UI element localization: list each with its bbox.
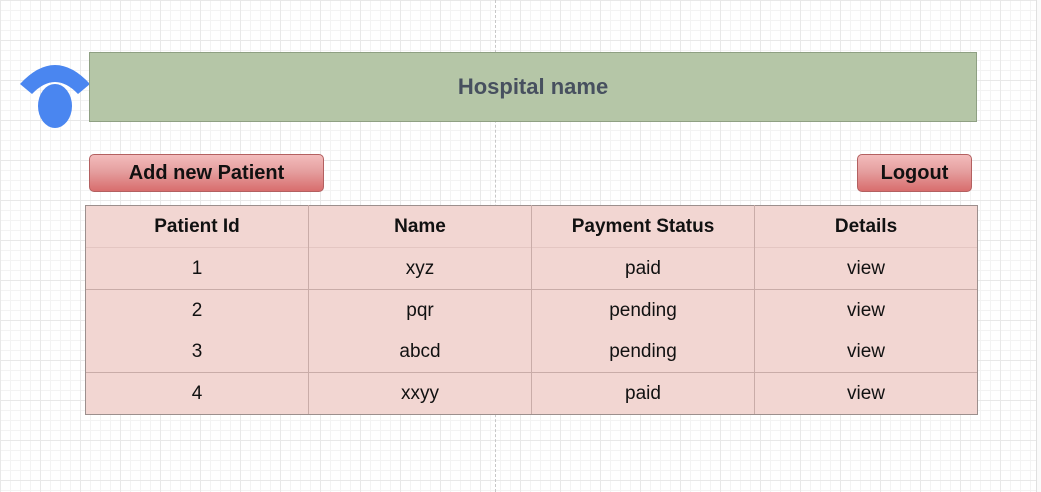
view-details-link[interactable]: view bbox=[754, 331, 978, 373]
patient-id-cell: 4 bbox=[85, 372, 309, 415]
payment-status-cell: paid bbox=[531, 247, 755, 290]
patient-id-cell: 1 bbox=[85, 247, 309, 290]
table-row: 1 xyz paid view bbox=[85, 247, 978, 290]
patient-name-cell: abcd bbox=[308, 331, 532, 373]
logout-button-label: Logout bbox=[880, 161, 949, 184]
view-details-link[interactable]: view bbox=[754, 372, 978, 415]
patient-name-cell: pqr bbox=[308, 289, 532, 331]
patients-table: Patient Id Name Payment Status Details 1… bbox=[85, 205, 978, 415]
patient-name-cell: xxyy bbox=[308, 372, 532, 415]
payment-status-cell: paid bbox=[531, 372, 755, 415]
table-row: 4 xxyy paid view bbox=[85, 372, 978, 415]
column-header-patient-id: Patient Id bbox=[85, 205, 309, 248]
page-title: Hospital name bbox=[457, 74, 609, 99]
add-patient-button[interactable]: Add new Patient bbox=[89, 154, 324, 192]
patient-id-cell: 2 bbox=[85, 289, 309, 331]
patient-name-cell: xyz bbox=[308, 247, 532, 290]
page-header: Hospital name bbox=[89, 52, 977, 122]
payment-status-cell: pending bbox=[531, 289, 755, 331]
table-row: 2 pqr pending view bbox=[85, 289, 978, 331]
logo-icon bbox=[20, 65, 90, 128]
table-header-row: Patient Id Name Payment Status Details bbox=[85, 205, 978, 248]
view-details-link[interactable]: view bbox=[754, 247, 978, 290]
column-header-details: Details bbox=[754, 205, 978, 248]
table-row: 3 abcd pending view bbox=[85, 331, 978, 373]
column-header-payment-status: Payment Status bbox=[531, 205, 755, 248]
column-header-name: Name bbox=[308, 205, 532, 248]
patient-id-cell: 3 bbox=[85, 331, 309, 373]
canvas-edge bbox=[1036, 0, 1041, 492]
view-details-link[interactable]: view bbox=[754, 289, 978, 331]
payment-status-cell: pending bbox=[531, 331, 755, 373]
logout-button[interactable]: Logout bbox=[857, 154, 972, 192]
add-patient-button-label: Add new Patient bbox=[128, 161, 285, 184]
